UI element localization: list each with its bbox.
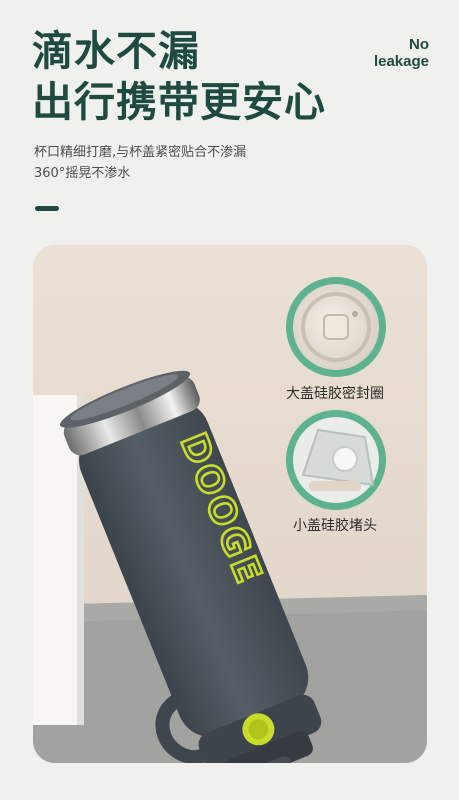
product-scene: DOOGE 大盖硅胶密封圈 小盖硅胶堵头 xyxy=(33,245,427,763)
badge-line-2: leakage xyxy=(373,53,429,70)
detail-label-gasket: 大盖硅胶密封圈 xyxy=(286,386,384,402)
product-scene-illustration: DOOGE xyxy=(33,245,427,763)
detail-circle-plug xyxy=(286,410,386,510)
headline: 滴水不漏 出行携带更安心 xyxy=(32,26,326,128)
subcopy-line-2: 360°摇晃不渗水 xyxy=(34,166,131,181)
subcopy: 杯口精细打磨,与杯盖紧密贴合不渗漏 360°摇晃不渗水 xyxy=(34,142,246,184)
no-leakage-badge: No leakage xyxy=(374,36,429,70)
accent-dash xyxy=(35,206,59,211)
detail-label-plug: 小盖硅胶堵头 xyxy=(293,518,377,534)
headline-line-2: 出行携带更安心 xyxy=(32,78,326,126)
subcopy-line-1: 杯口精细打磨,与杯盖紧密贴合不渗漏 xyxy=(34,145,247,160)
badge-line-1: No xyxy=(409,36,429,53)
detail-circle-gasket xyxy=(286,277,386,377)
headline-line-1: 滴水不漏 xyxy=(32,27,200,75)
